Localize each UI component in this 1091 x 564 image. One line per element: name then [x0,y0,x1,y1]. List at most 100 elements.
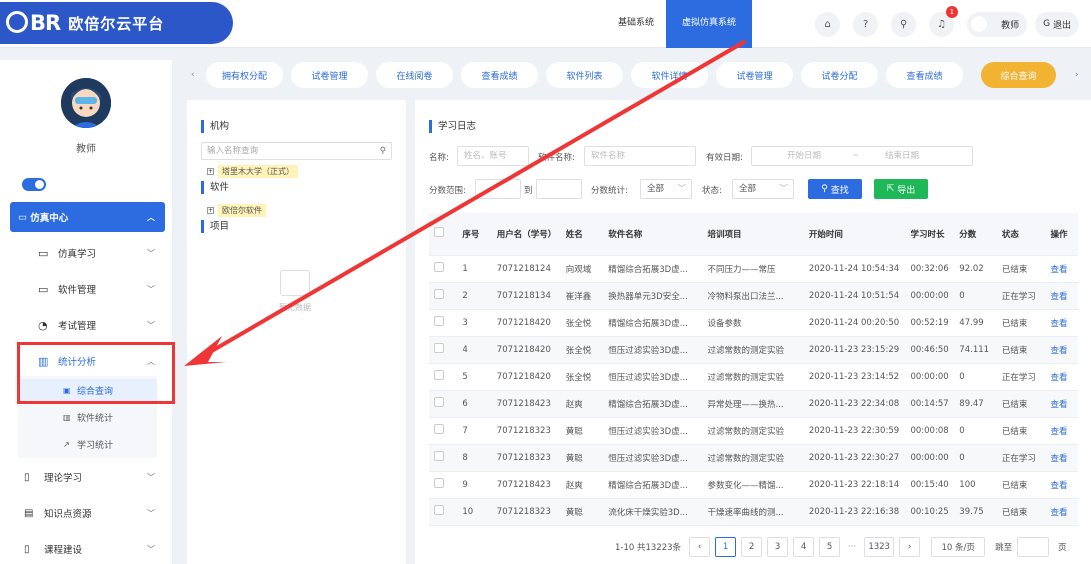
nav-basic-system[interactable]: 基础系统 [606,0,666,48]
view-link[interactable]: 查看 [1045,390,1078,418]
tab-ownership[interactable]: 拥有权分配 [206,62,283,88]
col-duration: 学习时长 [905,213,955,256]
tab-paper-management-2[interactable]: 试卷管理 [716,62,793,88]
select-all-checkbox[interactable] [429,213,458,256]
page-4-button[interactable]: 4 [793,537,815,557]
brand-logo[interactable]: BR 欧倍尔云平台 [0,2,233,44]
next-page-button[interactable]: › [899,537,921,557]
logout-button[interactable]: G 退出 [1035,11,1079,37]
tab-software-detail[interactable]: 软件详情 [631,62,708,88]
search-icon: ⚲ [821,184,831,194]
home-icon[interactable]: ⌂ [815,11,841,37]
name-input[interactable]: 姓名、账号 [457,146,529,166]
row-checkbox[interactable] [429,471,458,499]
sidebar-item-simulation-learning[interactable]: ▭ 仿真学习 ﹀ [10,238,165,268]
cell-project: 不同压力——常压 [702,255,804,283]
sidebar-item-exam-management[interactable]: ◔ 考试管理 ﹀ [10,310,165,340]
cell-status: 正在学习 [996,444,1046,472]
row-checkbox[interactable] [429,309,458,337]
view-link[interactable]: 查看 [1045,309,1078,337]
bell-icon[interactable]: ♫ 1 [929,5,959,37]
expand-icon[interactable]: + [207,207,214,214]
table-row: 5 7071218420 张全悦 恒压过滤实验3D虚... 过滤常数的测定实验 2020-… [429,363,1078,391]
row-checkbox[interactable] [429,336,458,364]
cell-score: 0 [954,444,997,472]
view-link[interactable]: 查看 [1045,498,1078,526]
sidebar-item-software-management[interactable]: ▭ 软件管理 ﹀ [10,274,165,304]
view-link[interactable]: 查看 [1045,336,1078,364]
tab-scroll-left-icon[interactable]: ‹ [191,70,195,80]
date-range-picker[interactable]: 开始日期 ~ 结束日期 [751,146,973,166]
sidebar-item-software-stats[interactable]: ▥ 软件统计 [18,406,157,428]
prev-page-button[interactable]: ‹ [689,537,711,557]
cell-start-time: 2020-11-24 00:20:50 [803,309,906,337]
cell-duration: 00:00:00 [905,363,955,391]
view-link[interactable]: 查看 [1045,417,1078,445]
cell-duration: 00:32:06 [905,255,955,283]
page-2-button[interactable]: 2 [741,537,763,557]
score-max-input[interactable] [536,179,582,199]
page-size-select[interactable]: 10 条/页 [931,537,986,557]
sidebar-item-learning-stats[interactable]: ↗ 学习统计 [18,433,157,455]
expand-icon[interactable]: + [207,168,214,175]
page-ellipsis[interactable]: ··· [848,542,856,552]
help-icon[interactable]: ? [853,11,879,37]
cell-score: 39.75 [954,498,997,526]
view-link[interactable]: 查看 [1045,471,1078,499]
cell-project: 过滤常数的测定实验 [702,444,804,472]
link-icon[interactable]: ⚲ [891,11,917,37]
software-input[interactable]: 软件名称 [584,146,696,166]
jump-page-input[interactable] [1017,537,1050,557]
last-page-button[interactable]: 1323 [864,537,895,557]
row-checkbox[interactable] [429,498,458,526]
tab-online-grading[interactable]: 在线阅卷 [376,62,453,88]
tab-paper-management[interactable]: 试卷管理 [291,62,368,88]
row-checkbox[interactable] [429,390,458,418]
col-action: 操作 [1045,213,1078,256]
col-name: 姓名 [560,213,604,256]
tab-scroll-right-icon[interactable]: › [1075,70,1079,80]
chevron-down-icon: ﹀ [147,320,155,330]
sidebar-item-course-building[interactable]: ▯ 课程建设 ﹀ [10,534,165,564]
cell-index: 7 [457,417,492,445]
table-row: 3 7071218420 张全悦 精馏综合拓展3D虚... 设备参数 2020-11-24… [429,309,1078,337]
tab-view-scores-2[interactable]: 查看成绩 [886,62,963,88]
sidebar-toggle[interactable] [22,178,46,191]
cell-name: 张全悦 [560,309,604,337]
view-link[interactable]: 查看 [1045,444,1078,472]
tab-comprehensive-query[interactable]: 综合查询 [981,62,1056,88]
score-min-input[interactable] [475,179,521,199]
cell-index: 6 [457,390,492,418]
status-select[interactable]: 全部 ﹀ [732,179,794,199]
cell-username: 7071218420 [491,336,561,364]
page-1-button[interactable]: 1 [715,537,737,557]
cell-score: 74.111 [954,336,997,364]
export-button[interactable]: ⇱ 导出 [874,179,928,199]
tab-software-list[interactable]: 软件列表 [546,62,623,88]
row-checkbox[interactable] [429,255,458,283]
tab-view-scores[interactable]: 查看成绩 [461,62,538,88]
user-menu[interactable]: 教师 [967,11,1028,37]
nav-virtual-simulation[interactable]: 虚拟仿真系统 [666,0,753,48]
tree-node-org[interactable]: + 塔里木大学（正式） [207,165,298,178]
tree-node-software[interactable]: + 欧倍尔软件 [207,204,266,217]
row-checkbox[interactable] [429,282,458,310]
page-3-button[interactable]: 3 [767,537,789,557]
score-stat-select[interactable]: 全部 ﹀ [640,179,692,199]
search-button[interactable]: ⚲ 查找 [808,179,862,199]
org-search-input[interactable]: 输入名称查询 ⚲ [201,142,392,160]
row-checkbox[interactable] [429,444,458,472]
sidebar-item-simulation-center[interactable]: ▭ 仿真中心 ︿ [10,202,165,232]
page-5-button[interactable]: 5 [819,537,841,557]
cell-index: 1 [457,255,492,283]
tab-paper-assignment[interactable]: 试卷分配 [801,62,878,88]
row-checkbox[interactable] [429,417,458,445]
sidebar-item-theory-learning[interactable]: ▯ 理论学习 ﹀ [10,462,165,492]
view-link[interactable]: 查看 [1045,255,1078,283]
cell-index: 8 [457,444,492,472]
sidebar-item-knowledge-resources[interactable]: ▤ 知识点资源 ﹀ [10,498,165,528]
row-checkbox[interactable] [429,363,458,391]
cell-duration: 00:00:00 [905,282,955,310]
view-link[interactable]: 查看 [1045,363,1078,391]
view-link[interactable]: 查看 [1045,282,1078,310]
